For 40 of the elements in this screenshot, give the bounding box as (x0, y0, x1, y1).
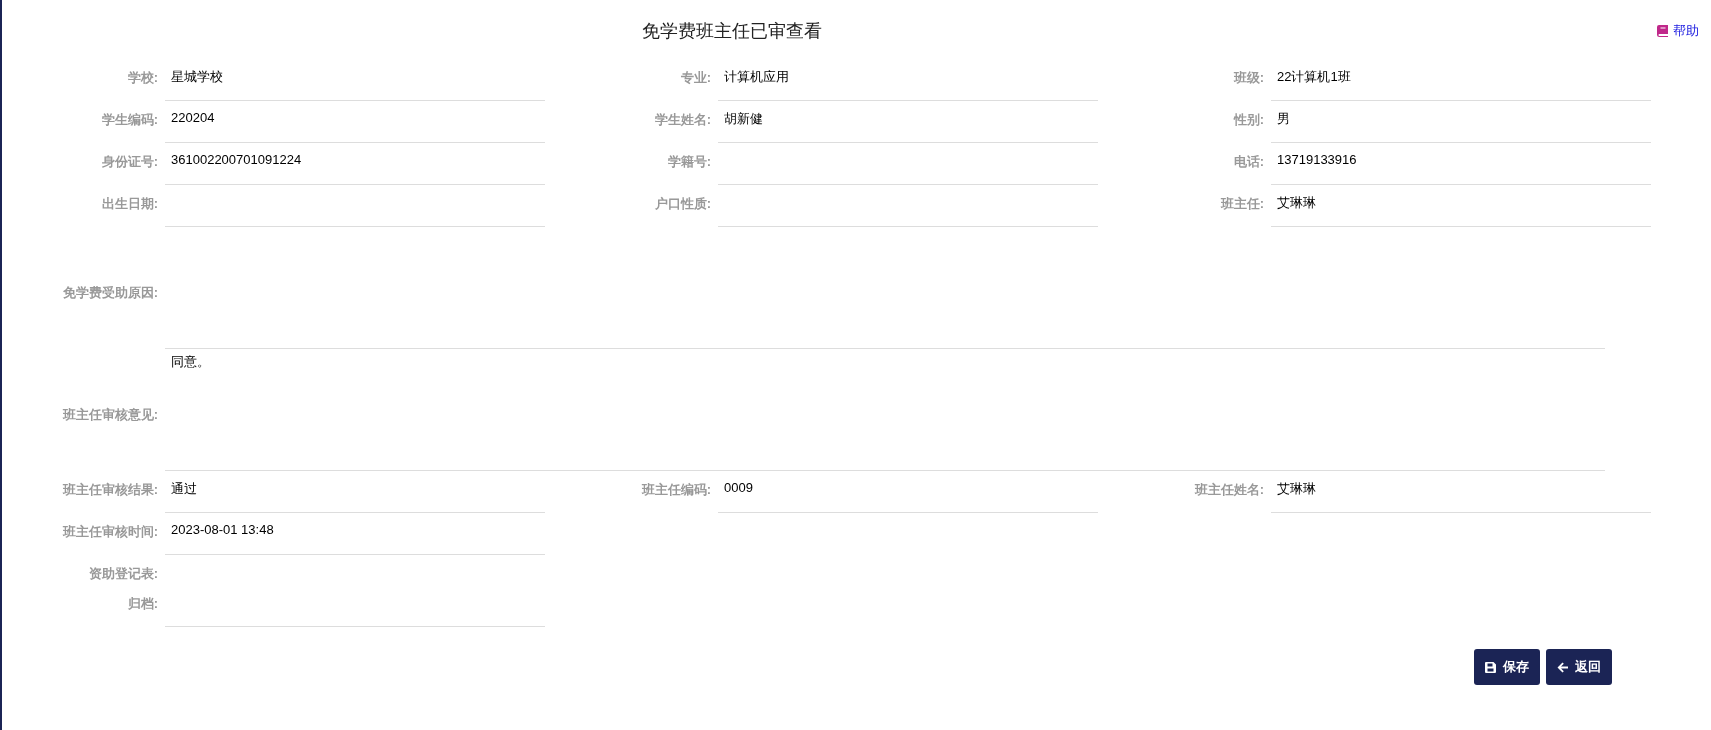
field-label: 学校: (126, 69, 158, 87)
field-label: 免学费受助原因: (61, 284, 158, 302)
input-field[interactable]: 220204 (165, 101, 545, 143)
input-field[interactable]: 艾琳琳 (1271, 185, 1651, 227)
left-arrow-icon (1557, 661, 1568, 673)
input-field[interactable]: 通过 (165, 471, 545, 513)
action-button[interactable]: 保存 (1474, 649, 1540, 685)
input-field[interactable]: 计算机应用 (718, 59, 1098, 101)
input-field[interactable]: 艾琳琳 (1271, 471, 1651, 513)
input-field[interactable]: 13719133916 (1271, 143, 1651, 185)
field-label: 户口性质: (653, 195, 711, 213)
book-icon (1657, 25, 1668, 37)
field-label: 班级: (1232, 69, 1264, 87)
action-button[interactable]: 返回 (1546, 649, 1612, 685)
field-label: 性别: (1232, 111, 1264, 129)
field-label: 学籍号: (666, 153, 711, 171)
field-label: 出生日期: (100, 195, 158, 213)
field-label: 班主任姓名: (1193, 481, 1264, 499)
field-label: 班主任编码: (640, 481, 711, 499)
text-area[interactable]: 同意。 (165, 349, 1605, 471)
input-field[interactable]: 2023-08-01 13:48 (165, 513, 545, 555)
field-label: 班主任: (1219, 195, 1264, 213)
input-field[interactable]: 361002200701091224 (165, 143, 545, 185)
field-label: 归档: (126, 595, 158, 613)
help-link[interactable]: 帮助 (1657, 22, 1699, 40)
field-label: 学生编码: (100, 111, 158, 129)
input-field[interactable]: 0009 (718, 471, 1098, 513)
field-label: 电话: (1232, 153, 1264, 171)
input-field[interactable]: 22计算机1班 (1271, 59, 1651, 101)
field-label: 班主任审核意见: (61, 406, 158, 424)
page-title: 免学费班主任已审查看 (641, 20, 823, 43)
input-field[interactable]: 星城学校 (165, 59, 545, 101)
field-label: 学生姓名: (653, 111, 711, 129)
field-label: 身份证号: (100, 153, 158, 171)
field-label: 专业: (679, 69, 711, 87)
input-field[interactable]: 胡新健 (718, 101, 1098, 143)
field-label: 班主任审核结果: (61, 481, 158, 499)
field-label: 资助登记表: (87, 565, 158, 583)
field-label: 班主任审核时间: (61, 523, 158, 541)
input-field[interactable]: 男 (1271, 101, 1651, 143)
